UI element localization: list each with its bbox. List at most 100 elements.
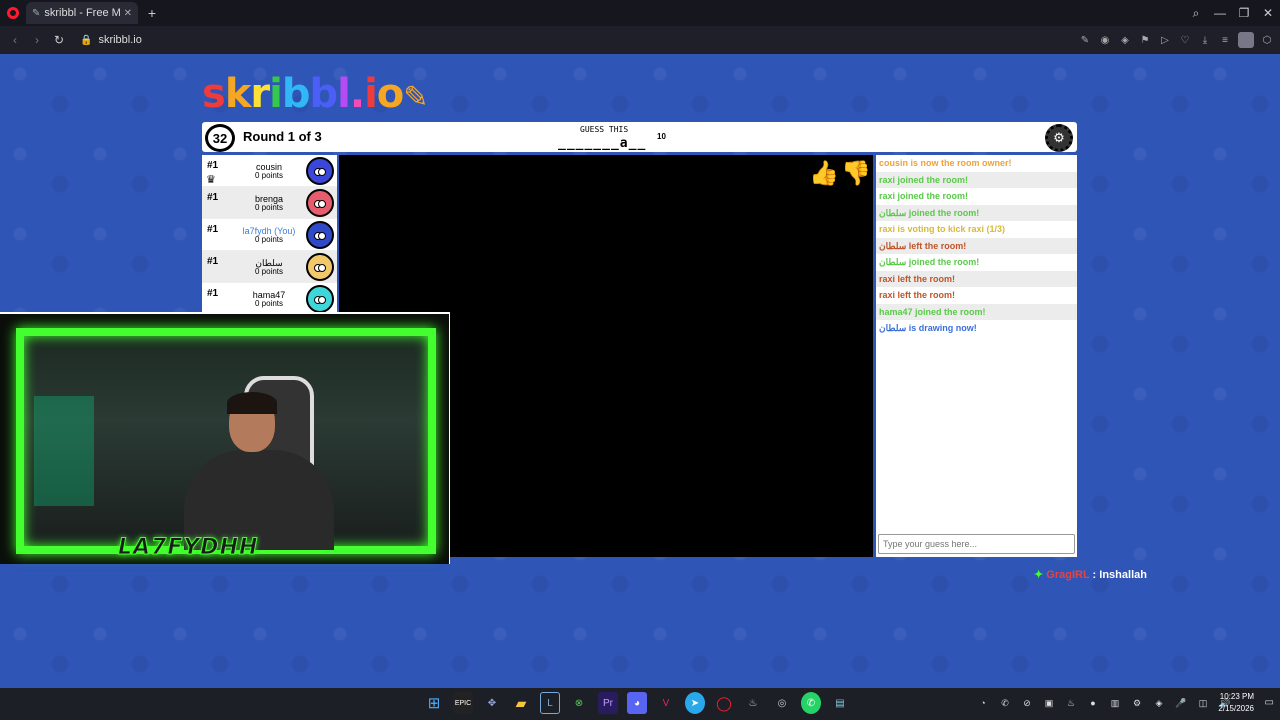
player-row[interactable]: #1 la7fydh (You) 0 points	[202, 219, 337, 251]
webcam-frame	[16, 328, 436, 554]
vpn-icon[interactable]: ⚑	[1138, 35, 1152, 46]
tray-settings-icon[interactable]: ⚙	[1130, 696, 1144, 710]
minimize-button[interactable]: —	[1208, 6, 1232, 20]
edit-icon[interactable]: ✎	[1078, 35, 1092, 46]
opera-menu-icon[interactable]	[0, 0, 26, 26]
search-tabs-icon[interactable]: ⌕	[1184, 6, 1208, 21]
back-button[interactable]: ‹	[6, 33, 24, 47]
player-rank: #1	[207, 192, 219, 203]
chat-message: سلطان is drawing now!	[879, 323, 977, 333]
chat-message: سلطان joined the room!	[876, 204, 1077, 221]
system-tray: ◔ ✆ ⊘ ▣ ♨ ● ▥ ⚙ ◈ 🎤 ◫ 🔊	[976, 696, 1232, 710]
obs-icon[interactable]: ◎	[772, 692, 792, 714]
player-avatar	[306, 221, 334, 249]
tab-favicon-icon: ✎	[32, 7, 41, 19]
player-row[interactable]: #1 سلطان 0 points	[202, 251, 337, 283]
word-length: 10	[657, 132, 666, 141]
chat-message: raxi left the room!	[879, 290, 956, 300]
tray-whatsapp-icon[interactable]: ✆	[998, 696, 1012, 710]
url-text: skribbl.io	[98, 34, 142, 46]
chat-message: raxi joined the room!	[876, 171, 1077, 188]
heart-icon[interactable]: ♡	[1178, 35, 1192, 46]
thumbs-down-icon[interactable]: 👎	[841, 159, 871, 188]
url-field[interactable]: 🔒 skribbl.io	[80, 34, 142, 46]
player-row[interactable]: #1 hama47 0 points	[202, 283, 337, 315]
thumbs-up-icon[interactable]: 👍	[809, 159, 839, 188]
steam-icon[interactable]: ♨	[743, 692, 763, 714]
epic-games-icon[interactable]: EPIC	[453, 692, 473, 714]
telegram-icon[interactable]: ➤	[685, 692, 705, 714]
premiere-icon[interactable]: Pr	[598, 692, 618, 714]
maximize-button[interactable]: ❐	[1232, 6, 1256, 20]
tray-vs-icon[interactable]: ▥	[1108, 696, 1122, 710]
menu-icon[interactable]: ≡	[1218, 35, 1232, 46]
vegas-icon[interactable]: V	[656, 692, 676, 714]
player-rank: #1	[207, 160, 219, 171]
xbox-icon[interactable]: ⊗	[569, 692, 589, 714]
chat-message: cousin is now the room owner!	[879, 158, 1012, 168]
word-hint: _______a__	[558, 136, 647, 151]
camera-icon[interactable]: ◉	[1098, 35, 1112, 46]
chat-message: raxi is voting to kick raxi (1/3)	[879, 224, 1006, 234]
settings-gear-icon[interactable]: ⚙	[1045, 124, 1073, 152]
tray-steam-icon[interactable]: ♨	[1064, 696, 1078, 710]
lr-icon[interactable]: L	[540, 692, 560, 714]
stream-chat-text: Inshallah	[1099, 569, 1147, 581]
extension-icon[interactable]	[1238, 32, 1254, 48]
microphone-icon[interactable]: 🎤	[1174, 696, 1188, 710]
chat-message: سلطان joined the room!	[879, 257, 980, 267]
whatsapp-icon[interactable]: ✆	[801, 692, 821, 714]
tab-close-icon[interactable]: ✕	[124, 8, 132, 19]
crown-icon: ♛	[206, 174, 216, 186]
toolbar-icons: ✎ ◉ ◈ ⚑ ▷ ♡ ⤓ ≡ ⬡	[1078, 32, 1274, 48]
cube-icon[interactable]: ⬡	[1260, 35, 1274, 46]
lock-icon: 🔒	[80, 34, 93, 46]
webcam-name: LA7FYDHH	[117, 535, 259, 561]
player-rank: #1	[207, 288, 219, 299]
player-row[interactable]: #1 brenga 0 points	[202, 187, 337, 219]
windows-start-icon[interactable]: ⊞	[424, 692, 444, 714]
player-points: 0 points	[254, 171, 284, 180]
player-avatar	[306, 189, 334, 217]
opera-icon[interactable]: ◯	[714, 692, 734, 714]
tray-circle-icon[interactable]: ●	[1086, 696, 1100, 710]
close-window-button[interactable]: ✕	[1256, 6, 1280, 20]
tray-block-icon[interactable]: ⊘	[1020, 696, 1034, 710]
tray-app-icon[interactable]: ◔	[976, 696, 990, 710]
discord-icon[interactable]: ◕	[627, 692, 647, 714]
play-icon[interactable]: ▷	[1158, 35, 1172, 46]
download-icon[interactable]: ⤓	[1198, 35, 1212, 46]
stream-chat-message: ✦ GragIRL : Inshallah	[1034, 568, 1147, 581]
player-row[interactable]: #1 ♛ cousin 0 points	[202, 155, 337, 187]
room-light	[34, 396, 94, 506]
tray-shield-icon[interactable]: ◈	[1152, 696, 1166, 710]
address-bar: ‹ › ↻ 🔒 skribbl.io ✎ ◉ ◈ ⚑ ▷ ♡ ⤓ ≡ ⬡	[0, 26, 1280, 54]
streamer	[184, 392, 334, 550]
player-points: 0 points	[254, 235, 284, 244]
new-tab-button[interactable]: +	[144, 5, 160, 21]
chat-message: hama47 joined the room!	[876, 303, 1077, 320]
player-points: 0 points	[254, 267, 284, 276]
forward-button[interactable]: ›	[28, 33, 46, 47]
game-top-bar: 32 Round 1 of 3 GUESS THIS _______a__ 10…	[202, 122, 1077, 152]
player-rank: #1	[207, 256, 219, 267]
shield-icon[interactable]: ◈	[1118, 35, 1132, 46]
system-clock[interactable]: 10:23 PM 2/15/2026	[1218, 691, 1254, 715]
browser-tab-bar: ✎ skribbl - Free Multiplayer ✕ + ⌕ — ❐ ✕	[0, 0, 1280, 26]
player-avatar	[306, 157, 334, 185]
app-icon[interactable]: ✥	[482, 692, 502, 714]
player-avatar	[306, 285, 334, 313]
player-rank: #1	[207, 224, 219, 235]
guess-input[interactable]	[878, 534, 1075, 554]
pencil-icon: ✎	[403, 80, 428, 115]
file-explorer-icon[interactable]: ▰	[511, 692, 531, 714]
round-indicator: Round 1 of 3	[243, 129, 322, 144]
browser-tab[interactable]: ✎ skribbl - Free Multiplayer ✕	[26, 2, 138, 24]
window-controls: ⌕ — ❐ ✕	[1184, 6, 1280, 21]
notepad-icon[interactable]: ▤	[830, 692, 850, 714]
chat-message: raxi joined the room!	[879, 191, 969, 201]
network-icon[interactable]: ◫	[1196, 696, 1210, 710]
reload-button[interactable]: ↻	[50, 33, 68, 47]
notification-icon[interactable]: ▭	[1265, 697, 1274, 708]
tray-nvidia-icon[interactable]: ▣	[1042, 696, 1056, 710]
